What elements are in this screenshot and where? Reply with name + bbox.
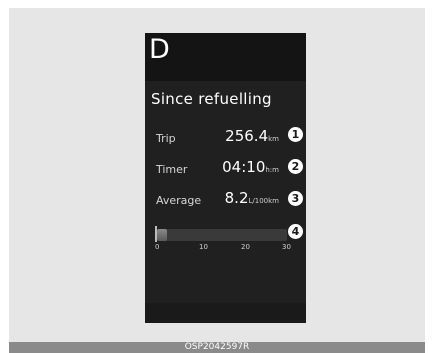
average-bar-track [157,229,287,241]
average-number: 8.2 [224,189,249,207]
callout-2: 2 [288,159,303,174]
timer-unit: h:m [265,166,279,174]
trip-unit: km [268,135,279,143]
timer-value: 04:10h:m [222,158,279,176]
display-footer-band [145,303,306,323]
scale-tick-10: 10 [199,243,208,251]
scale-tick-0: 0 [155,243,160,251]
screen-title: Since refuelling [151,90,272,108]
scale-tick-20: 20 [241,243,250,251]
average-value: 8.2L/100km [225,189,279,207]
scale-tick-30: 30 [282,243,291,251]
average-unit: L/100km [248,197,280,205]
gear-indicator: D [149,34,170,65]
trip-label: Trip [156,132,176,145]
trip-number: 256.4 [225,127,269,145]
timer-number: 04:10 [222,158,266,176]
callout-4: 4 [288,224,303,239]
trip-value: 256.4km [225,127,279,145]
average-label: Average [156,194,202,207]
callout-1: 1 [288,127,303,142]
timer-label: Timer [156,163,188,176]
callout-3: 3 [288,191,303,206]
average-bar-fill [157,229,168,241]
figure-caption: OSP2042597R [9,342,425,353]
cluster-display: D Since refuelling Trip 256.4km 1 Timer … [145,33,306,323]
